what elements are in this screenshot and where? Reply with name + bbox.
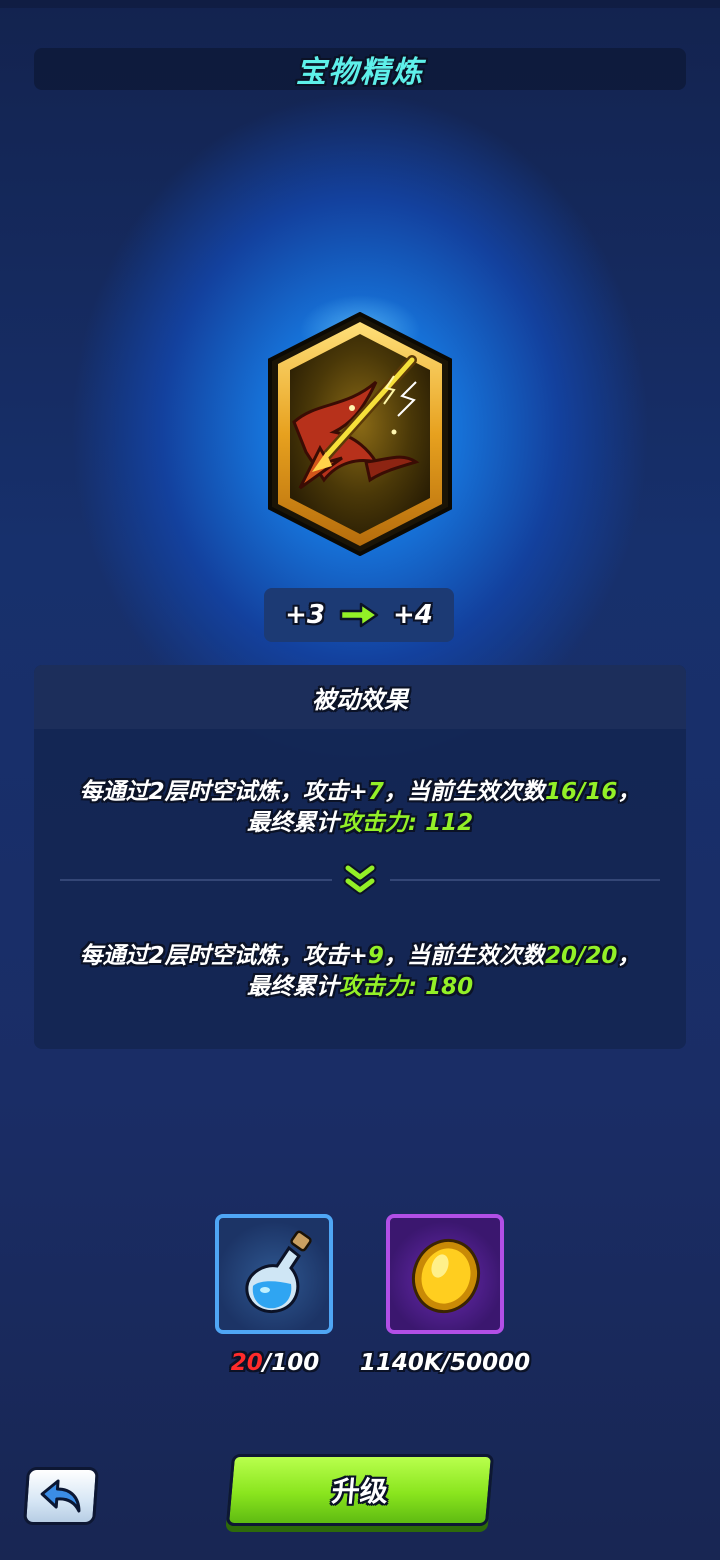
double-chevron-down-icon bbox=[343, 863, 377, 895]
potion-have: 20 bbox=[230, 1350, 263, 1376]
lightning-spear-icon bbox=[268, 312, 452, 556]
back-arrow-icon bbox=[40, 1479, 81, 1513]
total-attack-label: 攻击力: bbox=[338, 974, 426, 1000]
blue-potion-icon bbox=[245, 1230, 312, 1313]
status-bar bbox=[0, 0, 720, 8]
effect-text-part: ， bbox=[617, 943, 641, 969]
total-attack-label: 攻击力: bbox=[338, 810, 426, 836]
gold-coin-icon bbox=[412, 1238, 480, 1314]
page-title: 宝物精炼 bbox=[296, 55, 424, 90]
back-button[interactable] bbox=[22, 1467, 100, 1525]
attack-bonus-value: 9 bbox=[367, 943, 384, 969]
level-change: +3 +4 bbox=[264, 588, 454, 642]
effect-text-part: ，当前生效次数 bbox=[383, 943, 545, 969]
total-attack-value: 112 bbox=[425, 810, 474, 836]
effect-next: 每通过2层时空试炼，攻击+9，当前生效次数20/20， 最终累计攻击力: 180 bbox=[34, 941, 686, 1003]
effect-current-line2: 最终累计攻击力: 112 bbox=[34, 808, 686, 839]
attack-bonus-value: 7 bbox=[367, 779, 384, 805]
effect-title: 被动效果 bbox=[312, 685, 408, 714]
divider bbox=[390, 879, 660, 881]
arrow-right-icon bbox=[339, 602, 379, 628]
effect-text-part: 每通过2层时空试炼，攻击+ bbox=[79, 943, 368, 969]
effect-header: 被动效果 bbox=[34, 665, 686, 729]
title-bar: 宝物精炼 bbox=[34, 48, 686, 90]
coin-count: 1140K/50000 bbox=[359, 1350, 531, 1376]
active-count: 16/16 bbox=[544, 779, 618, 805]
effect-text-part: ，当前生效次数 bbox=[383, 779, 545, 805]
effect-text-part: 每通过2层时空试炼，攻击+ bbox=[79, 779, 368, 805]
effect-current-line1: 每通过2层时空试炼，攻击+7，当前生效次数16/16， bbox=[34, 777, 686, 808]
effect-current: 每通过2层时空试炼，攻击+7，当前生效次数16/16， 最终累计攻击力: 112 bbox=[34, 777, 686, 839]
effect-next-line2: 最终累计攻击力: 180 bbox=[34, 972, 686, 1003]
total-attack-value: 180 bbox=[425, 974, 474, 1000]
effect-next-line1: 每通过2层时空试炼，攻击+9，当前生效次数20/20， bbox=[34, 941, 686, 972]
effect-text-part: ， bbox=[617, 779, 641, 805]
upgrade-button[interactable]: 升级 bbox=[225, 1454, 495, 1526]
divider bbox=[60, 879, 332, 881]
level-from: +3 bbox=[285, 600, 325, 630]
passive-effect-panel: 被动效果 每通过2层时空试炼，攻击+7，当前生效次数16/16， 最终累计攻击力… bbox=[34, 665, 686, 1049]
effect-text-part: 最终累计 bbox=[246, 810, 339, 836]
level-to: +4 bbox=[393, 600, 433, 630]
active-count: 20/20 bbox=[544, 943, 618, 969]
potion-slot[interactable] bbox=[215, 1214, 333, 1334]
upgrade-label: 升级 bbox=[330, 1475, 390, 1508]
coin-slot[interactable] bbox=[386, 1214, 504, 1334]
treasure-card[interactable] bbox=[266, 312, 454, 556]
effect-text-part: 最终累计 bbox=[246, 974, 339, 1000]
potion-need: /100 bbox=[262, 1350, 320, 1376]
potion-count: 20/100 bbox=[195, 1346, 355, 1380]
